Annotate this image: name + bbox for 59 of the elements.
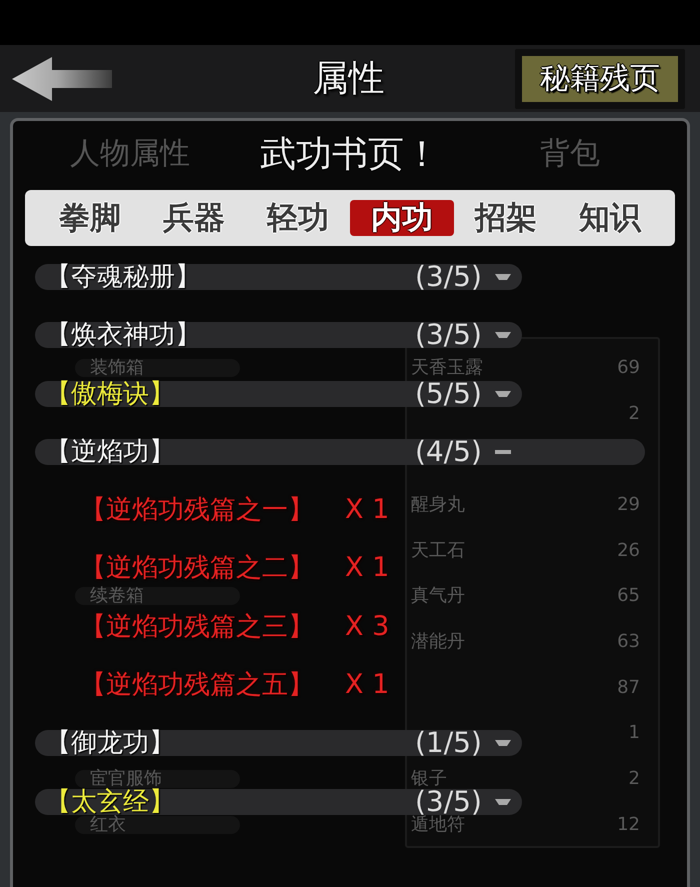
shelf-label: 宦官服饰 <box>75 770 240 788</box>
skill-name: 【太玄经】 <box>45 788 175 815</box>
fragment-count: X 1 <box>345 672 390 698</box>
item-name: 潜能丹 <box>410 632 466 651</box>
item-name: 遁地符 <box>410 816 465 834</box>
back-arrow-icon[interactable] <box>12 56 112 100</box>
item-name: 醒身丸 <box>410 496 466 514</box>
category-tab[interactable]: 招架 <box>454 200 558 236</box>
item-count: 1 <box>628 724 640 742</box>
category-tab[interactable]: 兵器 <box>142 200 246 236</box>
page-title: 属性 <box>312 56 384 100</box>
fragment-count: X 1 <box>345 497 390 524</box>
skill-row[interactable]: 【逆焰功】 (4/5) <box>35 438 645 465</box>
skill-name: 【傲梅诀】 <box>45 380 175 407</box>
fragment-name: 【逆焰功残篇之一】 <box>80 497 315 524</box>
tab-label: 人物属性 <box>70 136 190 172</box>
skill-row[interactable]: 【傲梅诀】 (5/5) <box>35 380 522 407</box>
item-count: 12 <box>617 816 640 834</box>
skill-row[interactable]: 【焕衣神功】 (3/5) <box>35 322 522 348</box>
pages-button[interactable]: 秘籍残页 <box>515 48 685 108</box>
fragment-count: X 1 <box>345 555 390 582</box>
shelf-label: 红衣 <box>75 816 240 834</box>
fragment-name: 【逆焰功残篇之三】 <box>80 614 315 640</box>
skill-progress: (3/5) <box>415 264 482 290</box>
item-count: 65 <box>617 587 640 606</box>
skill-name: 【御龙功】 <box>45 730 175 756</box>
shelf-label: 续卷箱 <box>75 587 240 606</box>
tab-label: 背包 <box>540 136 600 172</box>
dialog-title: 武功书页！ <box>260 135 440 175</box>
category-tab[interactable]: 知识 <box>558 200 662 236</box>
item-name: 天工石 <box>410 542 466 560</box>
skill-name: 【焕衣神功】 <box>45 322 201 348</box>
skill-row[interactable]: 【御龙功】 (1/5) <box>35 730 522 756</box>
item-count: 2 <box>628 404 640 423</box>
skill-progress: (3/5) <box>415 788 482 815</box>
skill-name: 【逆焰功】 <box>45 438 175 465</box>
item-count: 87 <box>617 678 640 697</box>
fragment-name: 【逆焰功残篇之二】 <box>80 555 315 582</box>
item-name: 银子 <box>410 770 448 788</box>
skill-row[interactable]: 【夺魂秘册】 (3/5) <box>35 264 522 290</box>
item-count: 69 <box>617 358 640 377</box>
skill-progress: (3/5) <box>415 322 482 348</box>
item-count: 63 <box>617 632 640 651</box>
item-count: 26 <box>617 542 640 560</box>
skill-progress: (5/5) <box>415 380 482 407</box>
fragment-count: X 3 <box>345 614 390 640</box>
item-count: 29 <box>617 496 640 514</box>
category-tab[interactable]: 轻功 <box>246 200 350 236</box>
skill-row[interactable]: 【太玄经】 (3/5) <box>35 788 522 815</box>
category-tab[interactable]: 拳脚 <box>38 200 142 236</box>
category-tab[interactable]: 内功 <box>350 200 454 236</box>
item-name: 天香玉露 <box>410 358 484 377</box>
item-name: 真气丹 <box>410 587 466 606</box>
shelf-label: 装饰箱 <box>75 358 240 377</box>
skill-name: 【夺魂秘册】 <box>45 264 201 290</box>
skill-progress: (4/5) <box>415 438 482 465</box>
skill-progress: (1/5) <box>415 730 482 756</box>
fragment-name: 【逆焰功残篇之五】 <box>80 672 315 698</box>
item-count: 2 <box>628 770 640 788</box>
